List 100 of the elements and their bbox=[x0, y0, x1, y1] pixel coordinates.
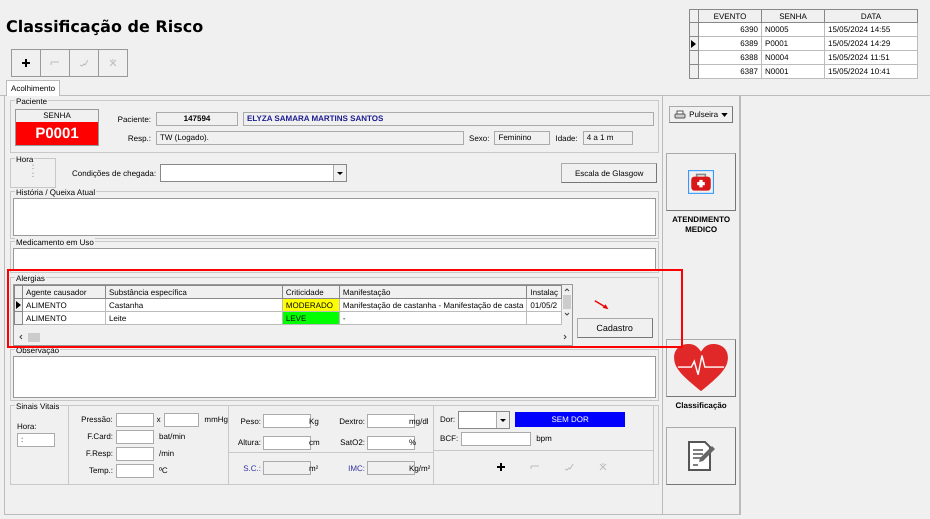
field-label: Idade: bbox=[555, 134, 578, 142]
table-cell: 15/05/2024 11:51 bbox=[824, 50, 918, 64]
unit-label: % bbox=[409, 438, 418, 448]
field-label: x bbox=[156, 415, 161, 424]
close-icon bbox=[598, 462, 608, 472]
field-label: Dor: bbox=[440, 415, 456, 424]
column-header[interactable]: Substância específica bbox=[105, 286, 282, 298]
field-label: Paciente: bbox=[116, 114, 151, 124]
check-icon bbox=[564, 462, 574, 472]
input-field[interactable] bbox=[367, 436, 415, 450]
unit-label: mmHg bbox=[204, 415, 228, 424]
pain-dropdown[interactable] bbox=[458, 410, 510, 428]
field-label: Hora: bbox=[17, 422, 38, 431]
allergy-grid[interactable]: Agente causador Substância específica Criticidade Manifestação Instalaç ALIMENTO Castanha MODERADO Manifestação de castanha - Manifestação de casta 01/05/2 ALIMENTO Leite LEVE - bbox=[13, 284, 573, 346]
printer-icon bbox=[674, 110, 686, 120]
field-label: Condições de chegada: bbox=[72, 168, 156, 178]
unit-label: bpm bbox=[536, 434, 552, 443]
column-header[interactable]: Agente causador bbox=[22, 286, 106, 298]
column-header[interactable]: SENHA bbox=[762, 10, 824, 22]
column-header[interactable]: Criticidade bbox=[282, 286, 340, 298]
text-area[interactable] bbox=[13, 198, 656, 236]
time-value: : : bbox=[30, 163, 36, 179]
scroll-thumb[interactable] bbox=[28, 332, 40, 342]
field-label: Temp.: bbox=[88, 466, 113, 475]
unit-label: mg/dl bbox=[409, 416, 430, 426]
input-field[interactable] bbox=[461, 432, 532, 446]
time-field[interactable]: : bbox=[17, 433, 55, 447]
field-label: IMC: bbox=[347, 464, 365, 472]
unit-label: bat/min bbox=[159, 432, 186, 441]
age-field[interactable]: 4 a 1 m bbox=[582, 131, 633, 145]
unit-label: m² bbox=[309, 464, 320, 472]
scroll-thumb[interactable] bbox=[563, 295, 571, 309]
glasgow-button[interactable]: Escala de Glasgow bbox=[561, 163, 658, 183]
sex-field[interactable]: Feminino bbox=[494, 131, 550, 145]
input-field[interactable] bbox=[116, 430, 154, 444]
unit-label: cm bbox=[309, 438, 321, 448]
unit-label: ºC bbox=[159, 466, 168, 475]
severity-cell: MODERADO bbox=[282, 298, 340, 312]
first-aid-kit-icon bbox=[688, 170, 714, 194]
table-cell: N0004 bbox=[762, 50, 824, 64]
unit-label: /min bbox=[159, 449, 174, 458]
field-label: S.C.: bbox=[242, 464, 261, 472]
group-label: História / Queixa Atual bbox=[15, 188, 96, 197]
chevron-down-icon[interactable] bbox=[564, 311, 570, 317]
field-label: Peso: bbox=[240, 416, 261, 426]
add-button[interactable] bbox=[11, 49, 41, 77]
register-button[interactable]: Cadastro bbox=[576, 318, 653, 338]
input-field[interactable] bbox=[164, 412, 200, 426]
chevron-up-icon[interactable] bbox=[564, 287, 570, 293]
button-label: ATENDIMENTO MEDICO bbox=[671, 215, 732, 235]
column-header[interactable]: EVENTO bbox=[698, 10, 762, 22]
field-label: Pressão: bbox=[80, 415, 113, 424]
text-area[interactable] bbox=[13, 248, 656, 270]
classification-button[interactable] bbox=[666, 339, 736, 397]
heart-icon bbox=[672, 343, 730, 393]
arrival-dropdown[interactable] bbox=[160, 164, 348, 182]
table-cell: P0001 bbox=[762, 36, 824, 50]
medical-care-button[interactable] bbox=[666, 153, 736, 211]
table-cell: 6387 bbox=[698, 64, 762, 78]
tab[interactable]: Acolhimento bbox=[6, 80, 60, 96]
patient-id-field[interactable]: 147594 bbox=[156, 112, 238, 126]
severity-cell: LEVE bbox=[282, 312, 340, 324]
add-icon bbox=[496, 462, 506, 472]
text-area[interactable] bbox=[13, 356, 656, 398]
unit-label: Kg bbox=[309, 416, 320, 426]
table-cell: N0005 bbox=[762, 22, 824, 36]
input-field[interactable] bbox=[263, 436, 311, 450]
responsible-field[interactable]: TW (Logado). bbox=[156, 131, 464, 145]
notes-button[interactable] bbox=[666, 427, 736, 485]
caret-icon bbox=[721, 112, 728, 116]
document-edit-icon bbox=[686, 440, 716, 472]
wristband-button[interactable]: Pulseira bbox=[669, 106, 734, 123]
input-field[interactable] bbox=[116, 446, 154, 460]
input-field[interactable] bbox=[116, 412, 154, 426]
field-label: BCF: bbox=[440, 434, 458, 443]
group-label: Paciente bbox=[15, 97, 48, 106]
input-field[interactable] bbox=[263, 461, 311, 475]
field-label: Dextro: bbox=[338, 416, 365, 426]
table-cell: 6389 bbox=[698, 36, 762, 50]
table-cell: Manifestação de castanha - Manifestação de casta bbox=[339, 298, 527, 312]
arrow-icon bbox=[594, 300, 610, 310]
column-header[interactable]: Instalaç bbox=[526, 286, 562, 298]
table-cell: - bbox=[339, 312, 527, 324]
table-cell: 15/05/2024 14:55 bbox=[824, 22, 918, 36]
input-field[interactable] bbox=[263, 414, 311, 428]
input-field[interactable] bbox=[116, 464, 154, 478]
field-label: F.Card: bbox=[86, 432, 113, 441]
field-label: SatO2: bbox=[339, 438, 365, 448]
field-label: F.Resp: bbox=[84, 449, 113, 458]
column-header[interactable]: DATA bbox=[824, 10, 918, 22]
ticket-number: P0001 bbox=[16, 122, 98, 145]
chevron-left-icon[interactable] bbox=[18, 334, 24, 340]
table-cell: 6390 bbox=[698, 22, 762, 36]
check-icon bbox=[79, 58, 89, 68]
column-header[interactable]: Manifestação bbox=[339, 286, 527, 298]
patient-name-field[interactable]: ELYZA SAMARA MARTINS SANTOS bbox=[243, 112, 654, 126]
table-cell: ALIMENTO bbox=[22, 298, 106, 312]
chevron-right-icon[interactable] bbox=[562, 334, 568, 340]
table-cell: ALIMENTO bbox=[22, 312, 106, 324]
table-cell: 15/05/2024 10:41 bbox=[824, 64, 918, 78]
